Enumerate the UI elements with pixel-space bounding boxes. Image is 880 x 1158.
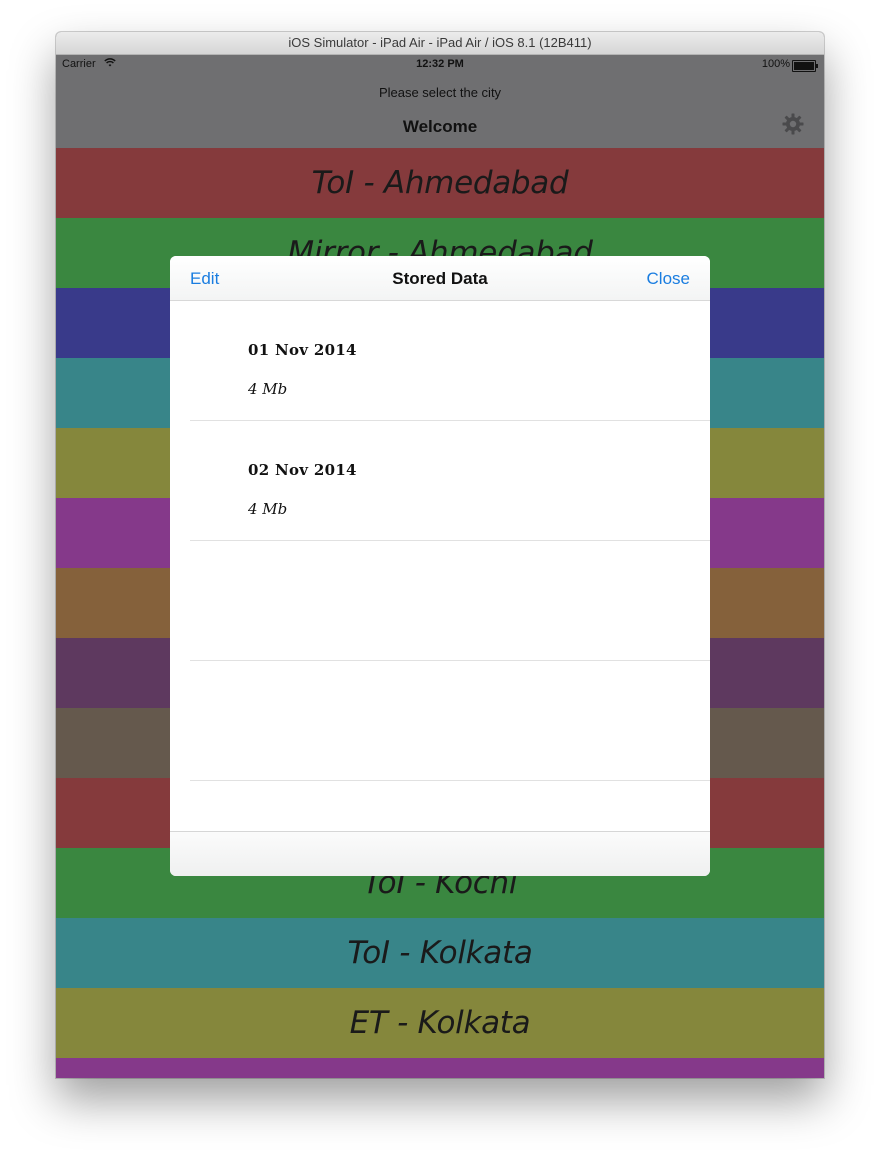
page-title: Welcome [402, 117, 478, 136]
nav-bar: Please select the city Welcome [56, 75, 824, 148]
city-label: ET - Kolkata [349, 1005, 531, 1041]
city-row[interactable] [56, 1058, 824, 1078]
row-date: 02 Nov 2014 [248, 461, 357, 479]
window-titlebar: iOS Simulator - iPad Air - iPad Air / iO… [56, 32, 824, 55]
city-label: ToI - Kolkata [347, 935, 533, 971]
battery-percent: 100% [761, 58, 790, 70]
row-date: 01 Nov 2014 [248, 341, 357, 359]
city-row[interactable]: ToI - Ahmedabad [56, 148, 824, 218]
empty-row [190, 781, 710, 832]
simulator-window: iOS Simulator - iPad Air - iPad Air / iO… [56, 32, 824, 1078]
stored-data-list: 01 Nov 2014 4 Mb 02 Nov 2014 4 Mb [170, 301, 710, 832]
gear-icon [782, 113, 804, 140]
city-label: ToI - Ahmedabad [311, 165, 569, 201]
status-time: 12:32 PM [416, 58, 464, 70]
stored-data-modal: Edit Stored Data Close 01 Nov 2014 4 Mb … [170, 256, 710, 876]
modal-header: Edit Stored Data Close [170, 256, 710, 301]
modal-title: Stored Data [392, 269, 488, 288]
list-item[interactable]: 02 Nov 2014 4 Mb [190, 421, 710, 541]
row-size: 4 Mb [248, 500, 288, 518]
city-row[interactable]: ET - Kolkata [56, 988, 824, 1058]
empty-row [190, 541, 710, 661]
modal-toolbar [170, 831, 710, 876]
ipad-screen: Carrier 12:32 PM 100% Please select the … [56, 55, 824, 1078]
row-size: 4 Mb [248, 380, 288, 398]
battery-icon [792, 60, 818, 72]
status-bar: Carrier 12:32 PM 100% [56, 55, 824, 75]
close-button[interactable]: Close [647, 269, 690, 289]
settings-button[interactable] [780, 113, 806, 139]
nav-prompt: Please select the city [378, 85, 502, 100]
list-item[interactable]: 01 Nov 2014 4 Mb [190, 301, 710, 421]
window-title: iOS Simulator - iPad Air - iPad Air / iO… [288, 35, 592, 50]
city-row[interactable]: ToI - Kolkata [56, 918, 824, 988]
empty-row [190, 661, 710, 781]
